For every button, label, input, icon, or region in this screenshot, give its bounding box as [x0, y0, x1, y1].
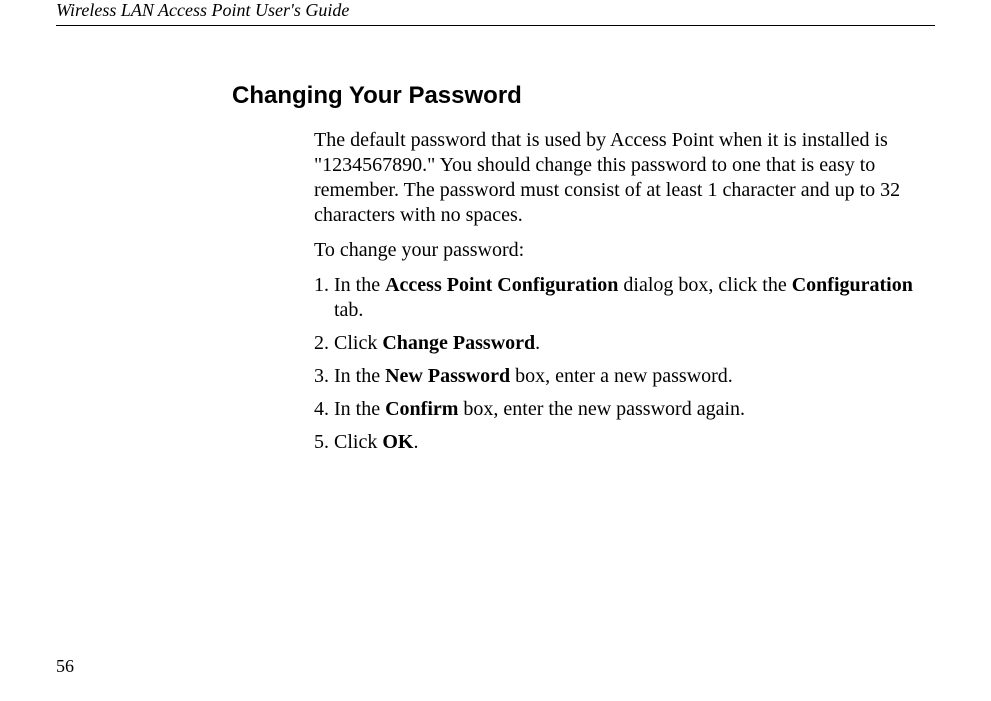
step-text: .	[535, 332, 540, 354]
step-item: 2. Click Change Password.	[314, 331, 935, 356]
page-number: 56	[56, 656, 74, 677]
step-number: 3.	[314, 365, 329, 387]
step-text: dialog box, click the	[618, 274, 791, 296]
step-bold: Configuration	[792, 274, 913, 296]
step-text: box, enter a new password.	[510, 365, 733, 387]
step-number: 2.	[314, 332, 329, 354]
step-bold: Change Password	[382, 332, 535, 354]
body-text: The default password that is used by Acc…	[314, 128, 935, 455]
step-bold: Access Point Configuration	[385, 274, 618, 296]
step-item: 5. Click OK.	[314, 430, 935, 455]
steps-list: 1. In the Access Point Configuration dia…	[314, 273, 935, 455]
step-bold: New Password	[385, 365, 510, 387]
step-bold: Confirm	[385, 398, 458, 420]
step-text: Click	[334, 431, 382, 453]
step-number: 5.	[314, 431, 329, 453]
step-number: 1.	[314, 274, 329, 296]
step-text: box, enter the new password again.	[458, 398, 745, 420]
step-text: tab.	[334, 299, 363, 321]
step-bold: OK	[382, 431, 413, 453]
intro-paragraph: The default password that is used by Acc…	[314, 128, 935, 228]
content-area: Changing Your Password The default passw…	[232, 82, 935, 463]
step-text: In the	[334, 274, 385, 296]
document-header: Wireless LAN Access Point User's Guide	[56, 0, 935, 26]
step-number: 4.	[314, 398, 329, 420]
step-item: 4. In the Confirm box, enter the new pas…	[314, 397, 935, 422]
lead-in: To change your password:	[314, 238, 935, 263]
step-item: 3. In the New Password box, enter a new …	[314, 364, 935, 389]
step-text: Click	[334, 332, 382, 354]
section-heading: Changing Your Password	[232, 82, 935, 110]
step-item: 1. In the Access Point Configuration dia…	[314, 273, 935, 323]
step-text: In the	[334, 398, 385, 420]
step-text: In the	[334, 365, 385, 387]
step-text: .	[413, 431, 418, 453]
